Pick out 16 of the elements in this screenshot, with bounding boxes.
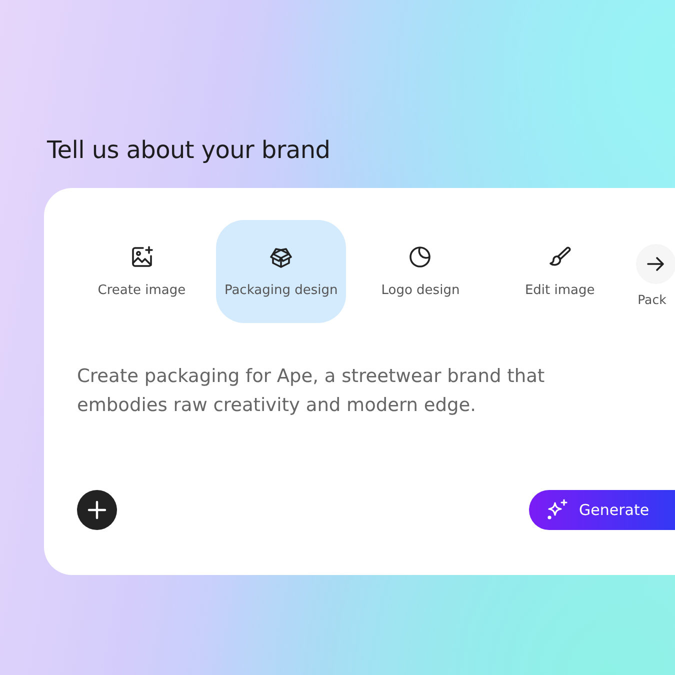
page-heading: Tell us about your brand bbox=[47, 136, 332, 164]
category-tab[interactable]: Edit image bbox=[495, 220, 625, 323]
generate-button[interactable]: Generate bbox=[529, 490, 675, 530]
category-tab[interactable]: Logo design bbox=[356, 220, 486, 323]
add-button[interactable] bbox=[77, 490, 117, 530]
scroll-right-button[interactable] bbox=[636, 244, 675, 284]
pie-chart-icon bbox=[408, 245, 432, 269]
category-tab[interactable]: Packaging design bbox=[216, 220, 346, 323]
plus-icon bbox=[87, 500, 107, 520]
image-plus-icon bbox=[130, 245, 154, 269]
sparkle-icon bbox=[545, 498, 569, 522]
brush-icon bbox=[548, 245, 572, 269]
category-tab[interactable]: Create image bbox=[77, 220, 206, 323]
prompt-field[interactable]: Create packaging for Ape, a streetwear brand that embodies raw creativity and modern edge. bbox=[77, 362, 602, 452]
box-icon bbox=[269, 245, 294, 269]
category-tab[interactable]: Pack bbox=[634, 220, 675, 323]
